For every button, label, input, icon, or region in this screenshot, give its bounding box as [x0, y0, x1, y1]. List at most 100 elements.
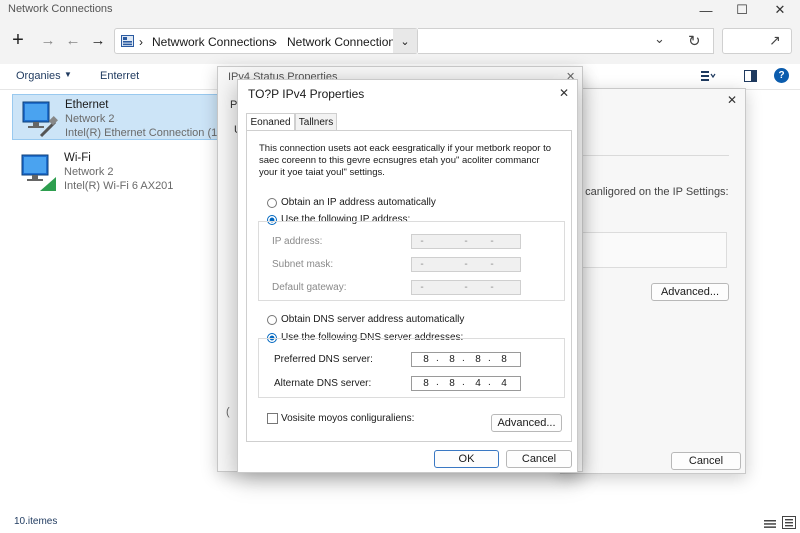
octet: -: [490, 259, 494, 270]
refresh-icon[interactable]: ↻: [688, 32, 701, 50]
cancel-button[interactable]: Cancel: [671, 452, 741, 470]
connection-item-wifi[interactable]: Wi-Fi Network 2 Intel(R) Wi-Fi 6 AX201: [12, 148, 227, 194]
cancel-button[interactable]: Cancel: [506, 450, 572, 468]
back-button[interactable]: ←: [61, 28, 85, 52]
forward-button[interactable]: →: [36, 28, 60, 52]
close-icon[interactable]: ✕: [559, 86, 569, 100]
divider: [581, 155, 729, 156]
address-bar-extension[interactable]: ⌄ ↻: [418, 28, 714, 54]
close-icon[interactable]: ✕: [727, 93, 737, 107]
connect-button[interactable]: Enterret: [100, 70, 139, 82]
octet: -: [420, 259, 424, 270]
general-panel: This connection usets aot eack eesgratic…: [246, 130, 572, 442]
settings-dialog-background: ✕ t canligored on the IP Settings: Advan…: [560, 88, 746, 474]
octet: 8: [501, 354, 507, 365]
alternate-dns-label: Alternate DNS server:: [274, 378, 372, 389]
tab-general[interactable]: Eonaned: [246, 113, 295, 130]
octet: 8: [449, 354, 455, 365]
connection-name: Wi-Fi: [64, 152, 91, 164]
preferred-dns-input[interactable]: 8 . 8 . 8 . 8: [411, 352, 521, 367]
validate-checkbox[interactable]: [267, 413, 278, 424]
description-line: your it yoe taiat youl" settings.: [259, 167, 385, 178]
tab-label: Eonaned: [250, 116, 291, 128]
ip-address-group: IP address: - - - Subnet mask: - - - Def…: [258, 221, 565, 301]
octet: -: [490, 236, 494, 247]
ip-auto-label: Obtain an IP address automatically: [281, 197, 436, 208]
octet-separator: .: [436, 353, 439, 364]
octet-separator: .: [462, 377, 465, 388]
octet: 4: [501, 378, 507, 389]
breadcrumb-item[interactable]: Netwwork Connections: [152, 35, 275, 49]
new-tab-button[interactable]: +: [6, 28, 30, 52]
octet-separator: .: [436, 377, 439, 388]
settings-text: t canligored on the IP Settings:: [579, 186, 729, 198]
wifi-adapter-icon: [18, 151, 58, 191]
maximize-button[interactable]: ☐: [724, 0, 760, 20]
ip-address-label: IP address:: [272, 236, 323, 247]
tiles-view-icon[interactable]: [782, 516, 796, 529]
details-view-icon[interactable]: [764, 518, 776, 528]
connection-item-ethernet[interactable]: Ethernet Network 2 Intel(R) Ethernet Con…: [12, 94, 227, 140]
breadcrumb-dropdown-icon[interactable]: ⌄: [393, 29, 417, 53]
details-pane-icon[interactable]: [744, 70, 757, 82]
connection-network: Network 2: [65, 113, 115, 125]
dialog-title: TO?P IPv4 Properties: [248, 87, 365, 101]
navigation-bar: + → ← → › Netwwork Connections › Network…: [0, 20, 800, 64]
tab-label: Tallners: [298, 116, 334, 128]
advanced-button[interactable]: Advanced...: [491, 414, 562, 432]
dns-group: Preferred DNS server: 8 . 8 . 8 . 8 Alte…: [258, 338, 565, 398]
description-line: This connection usets aot eack eesgratic…: [259, 143, 552, 154]
octet: -: [490, 282, 494, 293]
item-count: 10.itemes: [14, 516, 58, 527]
connection-adapter: Intel(R) Wi-Fi 6 AX201: [64, 180, 174, 192]
ip-address-input[interactable]: - - -: [411, 234, 521, 249]
close-button[interactable]: ✕: [762, 0, 798, 20]
title-bar: Network Connections — ☐ ✕: [0, 0, 800, 20]
history-dropdown-icon[interactable]: ⌄: [654, 31, 665, 47]
search-icon: ↗: [769, 32, 781, 48]
octet: -: [420, 282, 424, 293]
octet-separator: .: [488, 353, 491, 364]
subnet-mask-input[interactable]: - - -: [411, 257, 521, 272]
octet: 4: [475, 378, 481, 389]
ipv4-properties-dialog: TO?P IPv4 Properties ✕ Eonaned Tallners …: [237, 79, 578, 473]
octet: 8: [423, 354, 429, 365]
breadcrumb-item[interactable]: Network Connections: [287, 35, 401, 49]
octet: -: [464, 236, 468, 247]
octet-separator: .: [462, 353, 465, 364]
connection-network: Network 2: [64, 166, 114, 178]
chevron-down-icon: ▼: [64, 70, 72, 79]
search-box[interactable]: ↗: [722, 28, 792, 54]
ip-auto-radio[interactable]: [267, 198, 277, 208]
octet: 8: [449, 378, 455, 389]
octet: -: [464, 259, 468, 270]
help-icon[interactable]: ?: [774, 68, 789, 83]
subnet-mask-label: Subnet mask:: [272, 259, 334, 270]
octet: 8: [423, 378, 429, 389]
octet: 8: [475, 354, 481, 365]
partial-label: (: [226, 406, 230, 418]
connection-adapter: Intel(R) Ethernet Connection (10/: [65, 127, 227, 139]
window-title: Network Connections: [8, 3, 113, 15]
settings-list: [581, 232, 727, 268]
up-button[interactable]: →: [86, 28, 110, 52]
description-line: saec coreenn to this gevre ecnsugres eta…: [259, 155, 540, 166]
minimize-button[interactable]: —: [688, 0, 724, 20]
network-folder-icon: [121, 35, 134, 47]
view-options-icon[interactable]: [700, 69, 716, 83]
address-bar[interactable]: › Netwwork Connections › Network Connect…: [114, 28, 418, 54]
dns-auto-radio[interactable]: [267, 315, 277, 325]
ethernet-adapter-icon: [19, 98, 59, 138]
validate-label: Vosisite moyos conliguraliens:: [281, 413, 415, 424]
breadcrumb-chevron-icon: ›: [273, 35, 277, 49]
connection-name: Ethernet: [65, 99, 109, 111]
default-gateway-label: Default gateway:: [272, 282, 347, 293]
alternate-dns-input[interactable]: 8 . 8 . 4 . 4: [411, 376, 521, 391]
tab-alternate[interactable]: Tallners: [295, 113, 337, 130]
octet: -: [420, 236, 424, 247]
ok-button[interactable]: OK: [434, 450, 499, 468]
default-gateway-input[interactable]: - - -: [411, 280, 521, 295]
organize-button[interactable]: Organies: [16, 70, 61, 82]
preferred-dns-label: Preferred DNS server:: [274, 354, 373, 365]
advanced-button[interactable]: Advanced...: [651, 283, 729, 301]
